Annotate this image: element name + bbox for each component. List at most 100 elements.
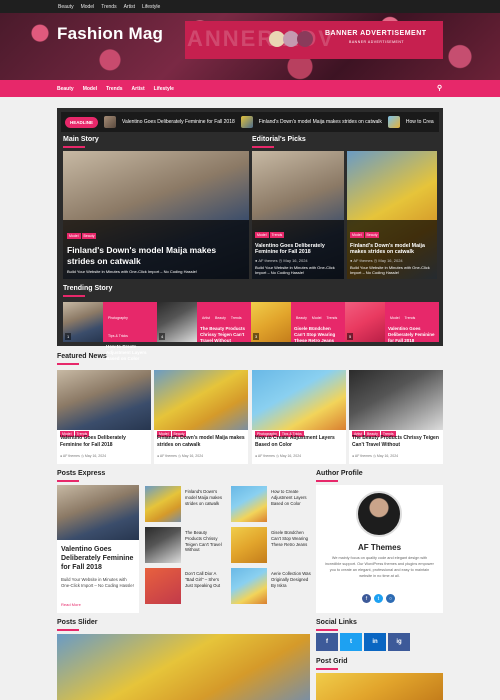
tag[interactable]: Model: [309, 315, 324, 321]
tag[interactable]: Model: [388, 315, 402, 321]
posts-express-item[interactable]: Finland's Down's model Maija makes strid…: [145, 486, 225, 524]
topbar-link-model[interactable]: Model: [81, 4, 95, 10]
site-logo[interactable]: Fashion Mag: [57, 24, 163, 44]
featured-author[interactable]: AF themes: [355, 454, 372, 458]
trending-item[interactable]: 4 Artist Beauty Trends The Beauty Products…: [157, 302, 251, 344]
ticker-item[interactable]: Finland's Down's model Maija makes strid…: [259, 119, 382, 125]
trending-title[interactable]: Gisele Bündchen Can't Stop Wearing These…: [294, 326, 342, 344]
nav-item-lifestyle[interactable]: Lifestyle: [154, 86, 174, 92]
trending-title[interactable]: Valentino Goes Deliberately Feminine for…: [388, 326, 436, 344]
featured-title[interactable]: The Beauty Products Chrissy Teigen Can't…: [352, 435, 440, 448]
featured-image[interactable]: [57, 370, 151, 430]
tag[interactable]: Trends: [402, 315, 418, 321]
tag[interactable]: Beauty: [364, 231, 380, 238]
topbar-link-artist[interactable]: Artist: [124, 4, 135, 10]
trending-item[interactable]: 5 Model Trends Valentino Goes Deliberatel…: [345, 302, 439, 344]
posts-express-image[interactable]: [57, 485, 139, 540]
main-story-card[interactable]: Model Beauty Finland's Down's model Maija…: [63, 151, 249, 279]
item-title[interactable]: Finland's Down's model Maija makes strid…: [185, 489, 225, 506]
trending-title[interactable]: How to Create Adjustment Layers Based on…: [106, 344, 154, 362]
posts-express-title[interactable]: Valentino Goes Deliberately Feminine for…: [61, 545, 137, 572]
trending-number: 5: [347, 333, 354, 340]
banner-subtitle: BANNER ADVERTISEMENT: [349, 40, 405, 44]
clock-icon: ◷: [373, 257, 378, 263]
tag[interactable]: Beauty: [212, 315, 228, 321]
item-title[interactable]: Aerie Collection Was Originally Designed…: [271, 571, 311, 588]
featured-card[interactable]: Model Trends Valentino Goes Deliberately …: [57, 370, 151, 464]
posts-slider-image[interactable]: [57, 634, 310, 700]
editorial-author[interactable]: AF themes: [258, 258, 277, 263]
post-grid-heading: Post Grid: [316, 658, 348, 670]
featured-title[interactable]: Valentino Goes Deliberately Feminine for…: [60, 435, 148, 448]
featured-author[interactable]: AF themes: [160, 454, 177, 458]
trending-item[interactable]: 3 Beauty Model Trends Gisele Bündchen Can'…: [251, 302, 345, 344]
posts-express-item[interactable]: Don't Call Dior A "Bad Girl" – She's Jus…: [145, 568, 225, 606]
trending-title[interactable]: The Beauty Products Chrissy Teigen Can't…: [200, 326, 248, 344]
tag[interactable]: Model: [67, 233, 81, 240]
banner-advertisement[interactable]: ANNER ADV BANNER ADVERTISEMENT BANNER AD…: [185, 21, 443, 59]
instagram-icon[interactable]: ig: [388, 633, 410, 651]
editorial-card[interactable]: Model Beauty Finland's Down's model Maija…: [347, 151, 437, 279]
read-more-link[interactable]: Read More: [61, 602, 81, 607]
author-avatar[interactable]: [356, 491, 402, 537]
editorials-heading: Editorial's Picks: [252, 136, 306, 148]
tag[interactable]: Trends: [269, 231, 285, 238]
main-story-title[interactable]: Finland's Down's model Maija makes strid…: [67, 245, 245, 266]
globe-icon[interactable]: ○: [386, 594, 395, 603]
posts-express-item[interactable]: Gisele Bündchen Can't Stop Wearing These…: [231, 527, 311, 565]
tag[interactable]: Beauty: [294, 315, 309, 321]
nav-item-trends[interactable]: Trends: [106, 86, 122, 92]
item-title[interactable]: How to Create Adjustment Layers Based on…: [271, 489, 311, 506]
editorial-date: May 16, 2024: [283, 257, 308, 263]
ticker-item[interactable]: Valentino Goes Deliberately Feminine for…: [122, 119, 235, 125]
item-title[interactable]: Gisele Bündchen Can't Stop Wearing These…: [271, 530, 311, 547]
featured-image[interactable]: [349, 370, 443, 430]
featured-author[interactable]: AF themes: [63, 454, 80, 458]
tag[interactable]: Photography: [106, 315, 130, 321]
tag[interactable]: Trends: [228, 315, 244, 321]
topbar-link-beauty[interactable]: Beauty: [58, 4, 74, 10]
posts-express-main[interactable]: Valentino Goes Deliberately Feminine for…: [57, 485, 139, 613]
posts-express-item[interactable]: Aerie Collection Was Originally Designed…: [231, 568, 311, 606]
topbar-link-trends[interactable]: Trends: [101, 4, 116, 10]
featured-author[interactable]: AF themes: [258, 454, 275, 458]
editorial-title[interactable]: Finland's Down's model Maija makes strid…: [350, 243, 434, 256]
tag[interactable]: Model: [350, 231, 364, 238]
tag[interactable]: Beauty: [81, 233, 97, 240]
author-name[interactable]: AF Themes: [316, 543, 443, 552]
featured-card[interactable]: Photography Tips & Tricks How to Create A…: [252, 370, 346, 464]
item-title[interactable]: Don't Call Dior A "Bad Girl" – She's Jus…: [185, 571, 225, 588]
twitter-icon[interactable]: t: [374, 594, 383, 603]
editorial-card[interactable]: Model Trends Valentino Goes Deliberately …: [252, 151, 344, 279]
tag[interactable]: Trends: [324, 315, 340, 321]
featured-image[interactable]: [154, 370, 248, 430]
featured-card[interactable]: Model Beauty Finland's Down's model Maija…: [154, 370, 248, 464]
tag[interactable]: Artist: [200, 315, 212, 321]
facebook-icon[interactable]: f: [316, 633, 338, 651]
nav-item-model[interactable]: Model: [83, 86, 97, 92]
item-thumb: [231, 527, 267, 563]
featured-title[interactable]: How to Create Adjustment Layers Based on…: [255, 435, 343, 448]
featured-title[interactable]: Finland's Down's model Maija makes strid…: [157, 435, 245, 448]
trending-item[interactable]: 1 Photography Tips & Tricks How to Create…: [63, 302, 157, 361]
posts-express-item[interactable]: How to Create Adjustment Layers Based on…: [231, 486, 311, 524]
editorial-title[interactable]: Valentino Goes Deliberately Feminine for…: [255, 243, 341, 256]
editorial-date: May 16, 2024: [378, 257, 403, 263]
nav-item-beauty[interactable]: Beauty: [57, 86, 74, 92]
author-profile-heading: Author Profile: [316, 470, 363, 482]
tag[interactable]: Tips & Tricks: [106, 333, 130, 339]
ticker-item[interactable]: How to Crea: [406, 119, 434, 125]
editorial-author[interactable]: AF themes: [353, 258, 372, 263]
posts-express-item[interactable]: The Beauty Products Chrissy Teigen Can't…: [145, 527, 225, 565]
item-title[interactable]: The Beauty Products Chrissy Teigen Can't…: [185, 530, 225, 553]
featured-card[interactable]: Artist Beauty Trends The Beauty Products C…: [349, 370, 443, 464]
nav-item-artist[interactable]: Artist: [132, 86, 145, 92]
linkedin-icon[interactable]: in: [364, 633, 386, 651]
featured-image[interactable]: [252, 370, 346, 430]
topbar-link-lifestyle[interactable]: Lifestyle: [142, 4, 160, 10]
facebook-icon[interactable]: f: [362, 594, 371, 603]
tag[interactable]: Model: [255, 231, 269, 238]
twitter-icon[interactable]: t: [340, 633, 362, 651]
post-grid-image[interactable]: [316, 673, 443, 700]
search-icon[interactable]: ⚲: [437, 84, 442, 92]
